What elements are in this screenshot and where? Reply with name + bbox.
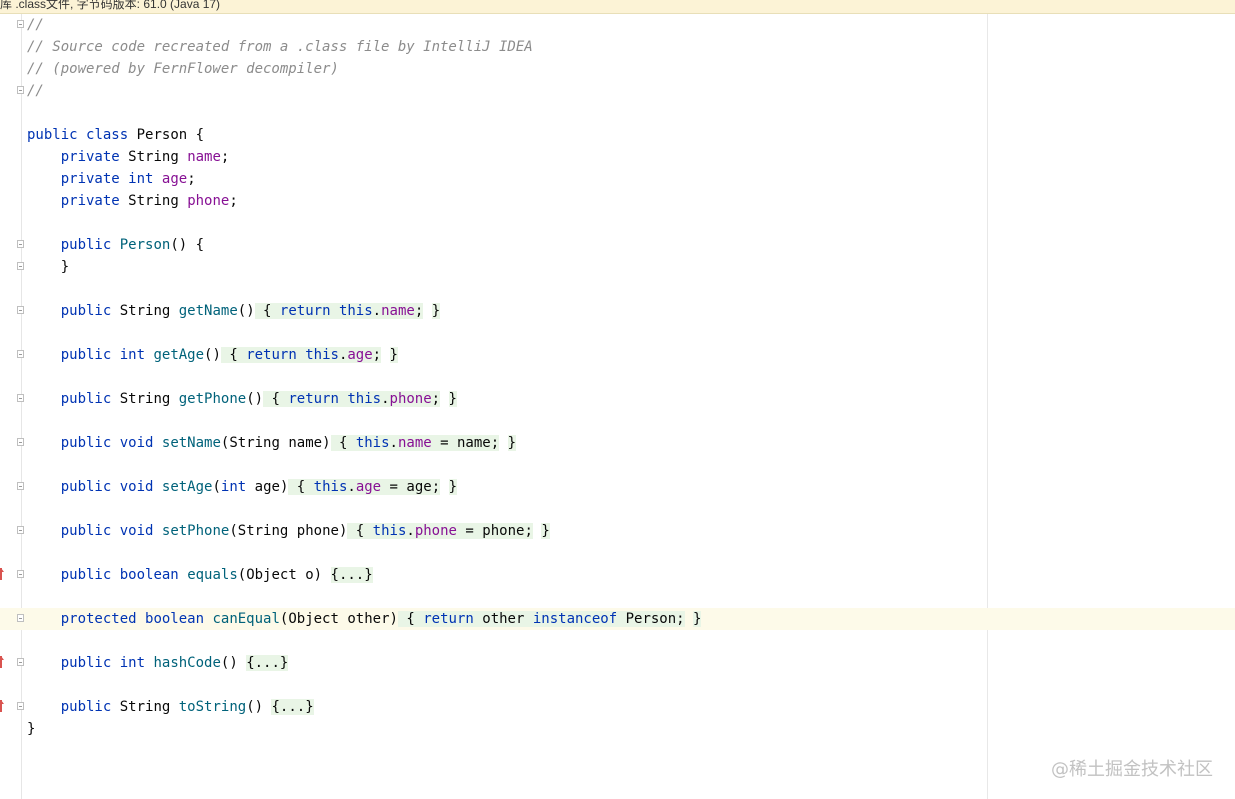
folded-region[interactable]: }: [431, 303, 441, 319]
code-line: public Person() {: [17, 234, 701, 256]
code-line: public boolean equals(Object o) {...}: [0, 564, 701, 586]
override-arrow-icon[interactable]: [0, 568, 4, 580]
code-line: private int age;: [60, 171, 196, 187]
folded-region[interactable]: { this.name = name;: [330, 435, 500, 451]
folded-region[interactable]: {...}: [271, 699, 314, 715]
banner-text: 库 .class文件, 字节码版本: 61.0 (Java 17): [0, 0, 221, 11]
fold-marker-icon[interactable]: [17, 438, 24, 446]
code-line: }: [27, 721, 36, 737]
override-arrow-icon[interactable]: [0, 700, 4, 712]
fold-marker-icon[interactable]: [17, 614, 24, 622]
code-line: // (powered by FernFlower decompiler): [27, 61, 339, 77]
folded-region[interactable]: {...}: [330, 567, 373, 583]
fold-marker-icon[interactable]: [17, 306, 24, 314]
code-line: private String name;: [60, 149, 230, 165]
folded-region[interactable]: {...}: [246, 655, 289, 671]
folded-region[interactable]: { return other instanceof Person;: [397, 611, 685, 627]
code-line: }: [17, 256, 701, 278]
folded-region[interactable]: { return this.phone;: [263, 391, 441, 407]
fold-marker-icon[interactable]: [17, 394, 24, 402]
folded-region[interactable]: }: [541, 523, 550, 539]
folded-region[interactable]: }: [507, 435, 517, 451]
fold-marker-icon[interactable]: [17, 262, 24, 270]
fold-marker-icon[interactable]: [17, 20, 24, 28]
code-line: protected boolean canEqual(Object other)…: [17, 608, 702, 630]
folded-region[interactable]: }: [389, 347, 398, 363]
editor-gutter[interactable]: [0, 14, 22, 799]
folded-region[interactable]: { this.phone = phone;: [347, 523, 533, 539]
fold-marker-icon[interactable]: [17, 350, 24, 358]
fold-marker-icon[interactable]: [17, 570, 24, 578]
code-line: public void setPhone(String phone) { thi…: [17, 520, 701, 542]
code-line: public class Person {: [27, 127, 205, 143]
code-line: public void setName(String name) { this.…: [17, 432, 701, 454]
folded-region[interactable]: { return this.name;: [254, 303, 424, 319]
folded-region[interactable]: }: [448, 391, 457, 407]
fold-marker-icon[interactable]: [17, 482, 24, 490]
fold-marker-icon[interactable]: [17, 240, 24, 248]
code-line: // Source code recreated from a .class f…: [27, 39, 533, 55]
fold-marker-icon[interactable]: [17, 658, 24, 666]
folded-region[interactable]: }: [693, 611, 702, 627]
watermark: @稀土掘金技术社区: [1051, 759, 1213, 780]
code-line: private String phone;: [60, 193, 238, 209]
code-line: public String toString() {...}: [0, 696, 701, 718]
override-arrow-icon[interactable]: [0, 656, 4, 668]
code-editor[interactable]: // // Source code recreated from a .clas…: [0, 14, 702, 740]
right-margin-guide: [987, 14, 988, 799]
folded-region[interactable]: { this.age = age;: [288, 479, 441, 495]
fold-marker-icon[interactable]: [17, 86, 24, 94]
code-line: public int hashCode() {...}: [0, 652, 701, 674]
code-line: public void setAge(int age) { this.age =…: [17, 476, 701, 498]
folded-region[interactable]: }: [448, 479, 458, 495]
decompiled-file-banner: 库 .class文件, 字节码版本: 61.0 (Java 17): [0, 0, 1235, 14]
code-line: //: [17, 14, 701, 36]
code-line: //: [17, 80, 701, 102]
code-line: public String getName() { return this.na…: [17, 300, 701, 322]
code-line: public String getPhone() { return this.p…: [17, 388, 701, 410]
fold-marker-icon[interactable]: [17, 526, 24, 534]
folded-region[interactable]: { return this.age;: [220, 347, 382, 363]
code-line: public int getAge() { return this.age; }: [17, 344, 701, 366]
fold-marker-icon[interactable]: [17, 702, 24, 710]
